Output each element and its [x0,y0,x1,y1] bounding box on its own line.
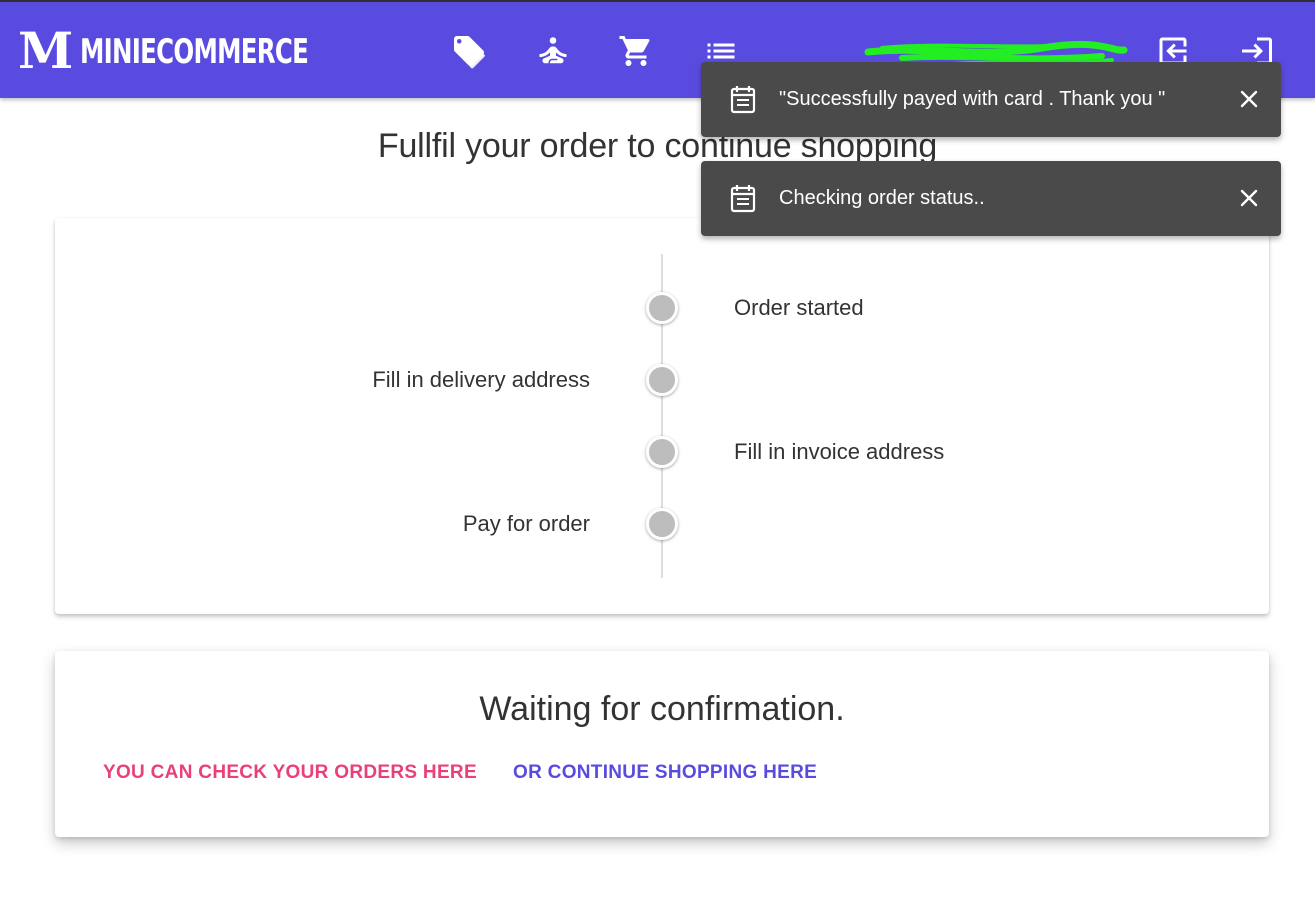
brand-name[interactable]: MINIECOMMERCE [80,32,309,72]
continue-shopping-link[interactable]: OR CONTINUE SHOPPING HERE [509,760,821,786]
confirmation-title: Waiting for confirmation. [479,690,845,728]
timeline-dot [646,292,678,324]
timeline-dot [646,436,678,468]
toast-notification: "Successfully payed with card . Thank yo… [701,62,1281,137]
toast-notification: Checking order status.. [701,161,1281,236]
timeline-dot [646,364,678,396]
notes-icon [727,182,759,214]
order-timeline-card: Order started Fill in delivery address F… [55,218,1269,614]
timeline-step-label: Fill in delivery address [372,367,590,392]
logo-icon[interactable]: M [18,26,73,76]
close-icon[interactable] [1237,186,1261,210]
tag-icon[interactable] [451,31,487,71]
cart-icon[interactable] [618,31,654,71]
timeline-step-label: Order started [734,295,864,320]
toast-message: Checking order status.. [779,187,985,209]
meditation-icon[interactable] [535,31,571,71]
toast-message: "Successfully payed with card . Thank yo… [779,88,1166,110]
confirmation-card: Waiting for confirmation. YOU CAN CHECK … [55,651,1269,837]
timeline-dot [646,508,678,540]
timeline-step-label: Pay for order [462,511,590,536]
notes-icon [727,83,759,115]
timeline-step-label: Fill in invoice address [734,439,945,464]
close-icon[interactable] [1237,87,1261,111]
check-orders-link[interactable]: YOU CAN CHECK YOUR ORDERS HERE [99,760,481,786]
